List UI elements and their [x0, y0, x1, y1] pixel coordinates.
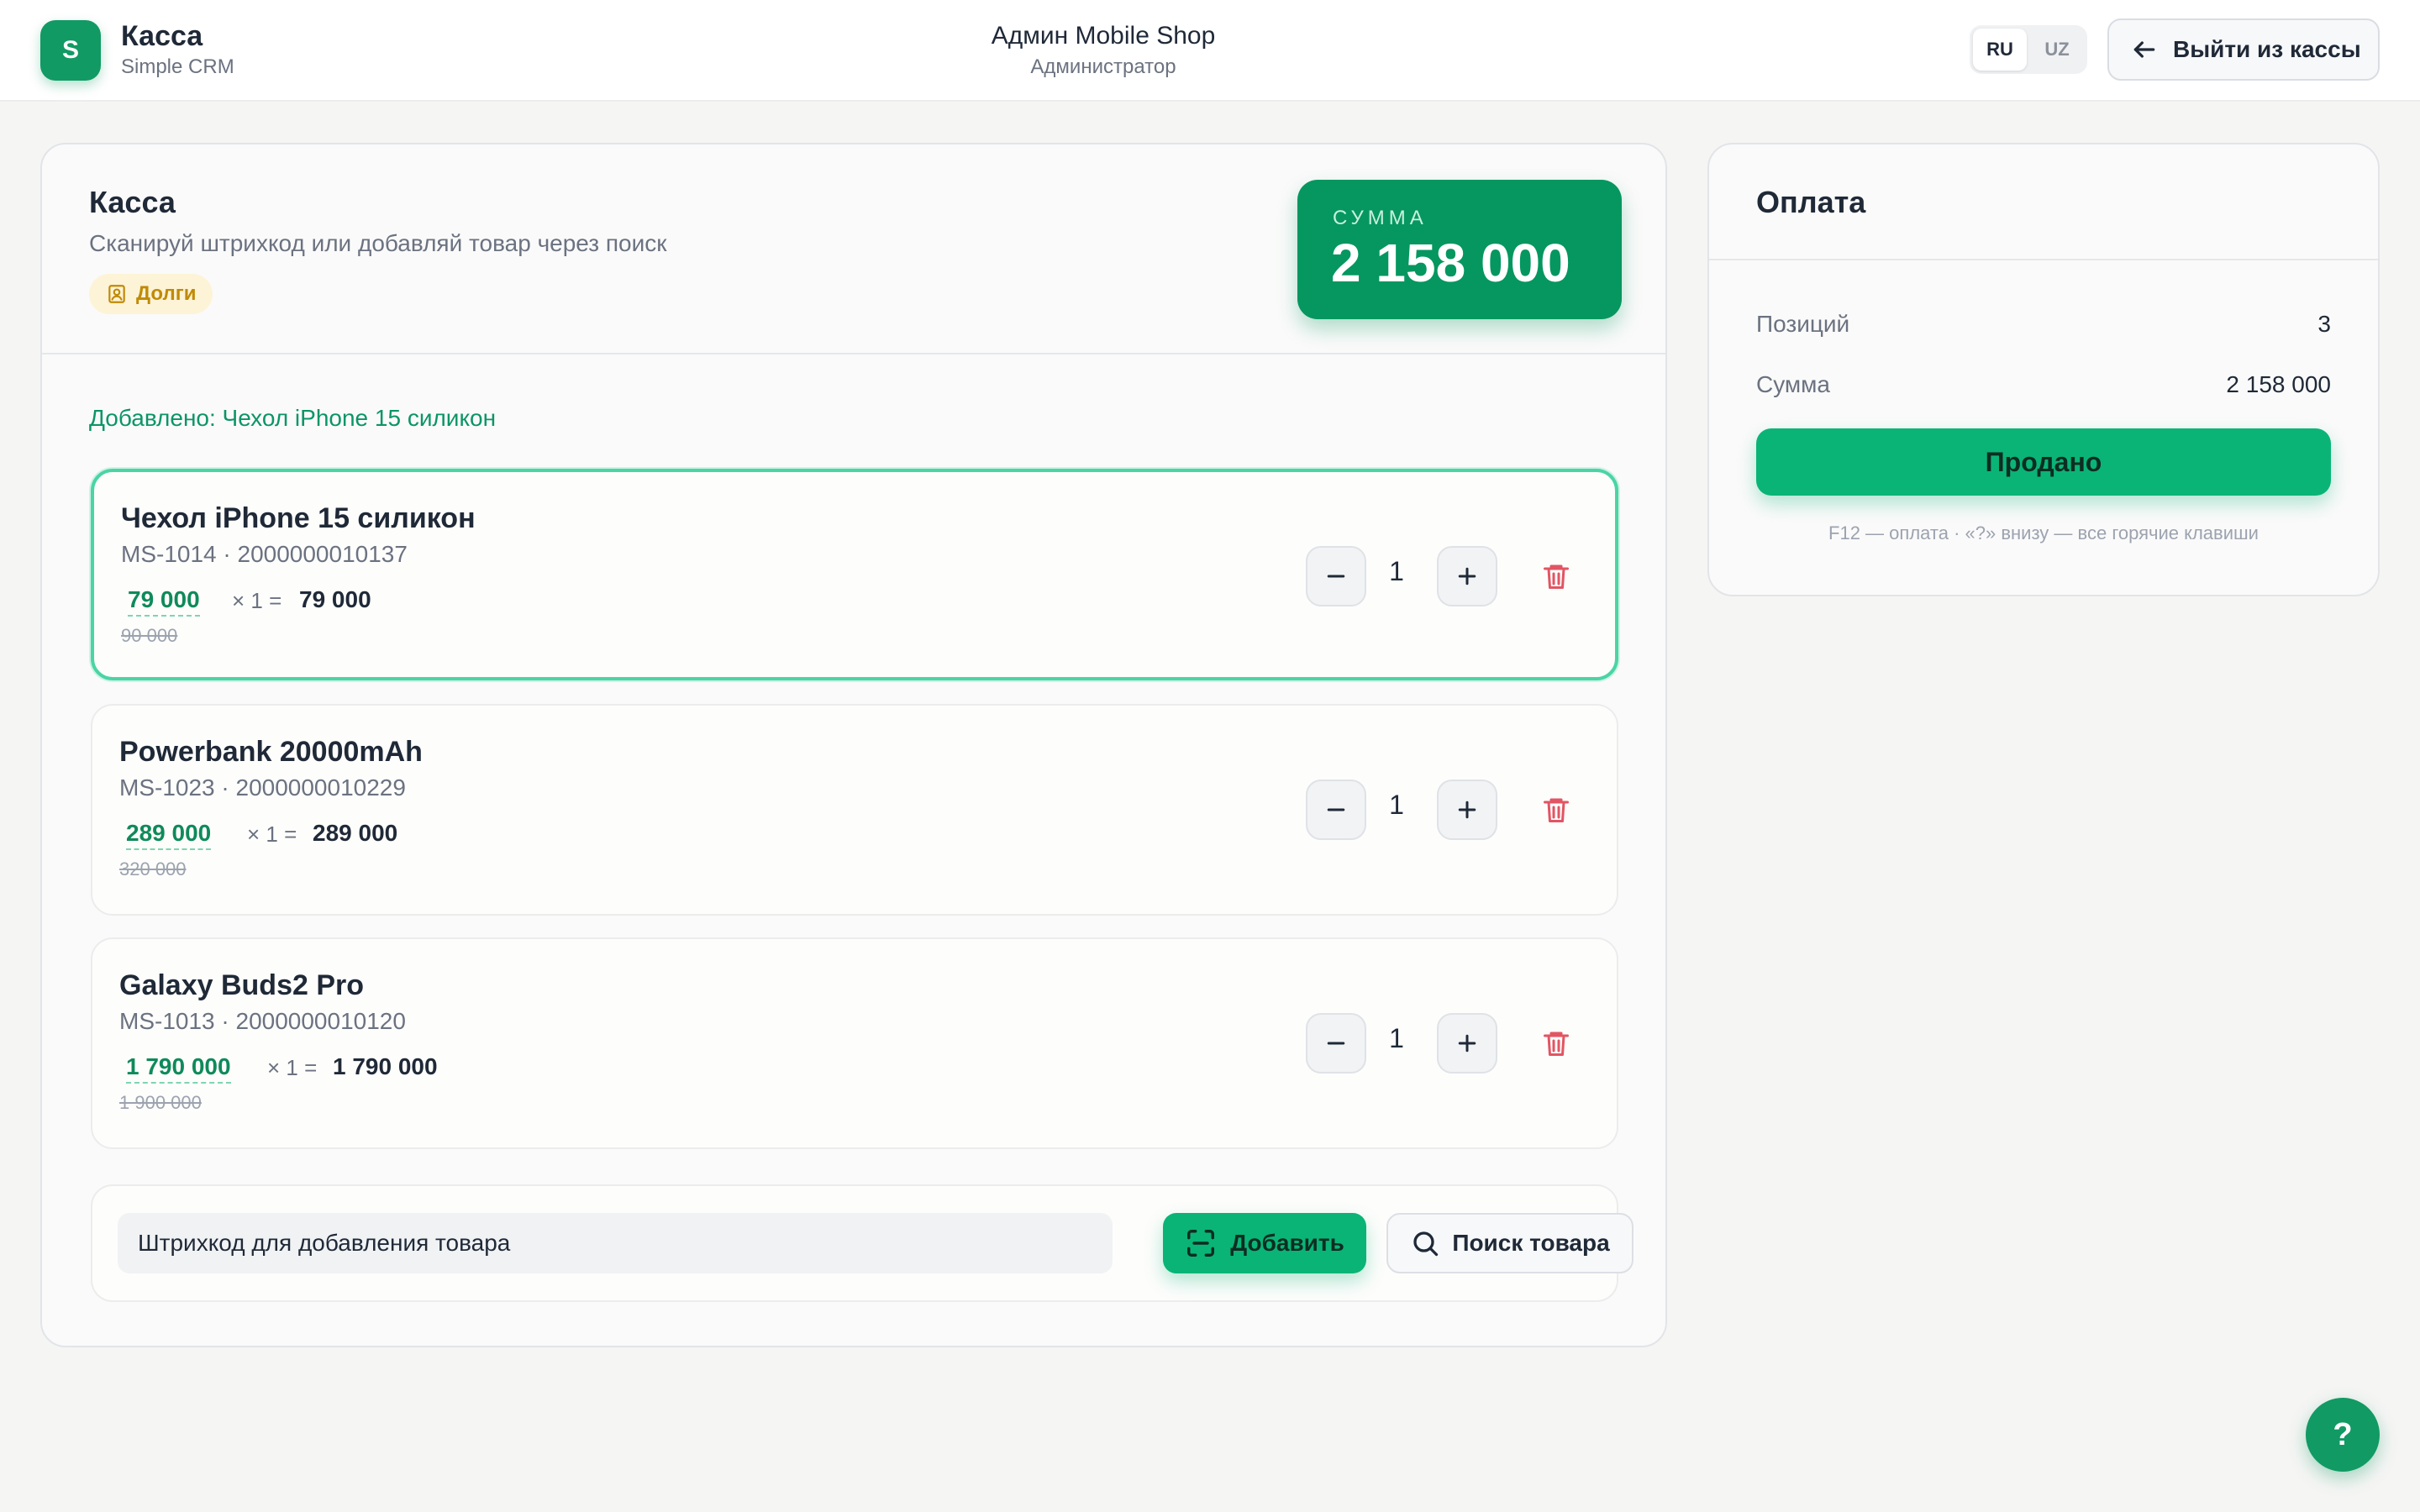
- item-old-price: 90 000: [121, 625, 178, 646]
- item-multiplier: × 1 =: [232, 588, 282, 613]
- item-old-price: 320 000: [119, 858, 187, 879]
- item-total: 289 000: [313, 820, 398, 846]
- qty-decrease-button[interactable]: [1306, 780, 1366, 840]
- barcode-bar: Добавить Поиск товара: [91, 1184, 1634, 1302]
- minus-icon: [1327, 575, 1345, 578]
- positions-value: 3: [2317, 311, 2331, 337]
- add-product-button[interactable]: Добавить: [1163, 1213, 1366, 1273]
- language-switcher: RU UZ: [1970, 25, 2087, 74]
- minus-icon: [1327, 1042, 1345, 1045]
- item-name: Powerbank 20000mAh: [119, 736, 423, 768]
- top-bar: S Касса Simple CRM Админ Mobile Shop Адм…: [0, 0, 2420, 102]
- debt-book-icon: [108, 285, 125, 303]
- hotkeys-hint: F12 — оплата · «?» внизу — все горячие к…: [1828, 522, 2259, 543]
- plus-icon: [1458, 1034, 1476, 1053]
- item-price-editable[interactable]: 289 000: [126, 820, 212, 850]
- exit-cashier-label: Выйти из кассы: [2173, 36, 2361, 62]
- cashier-title: Касса: [89, 185, 176, 219]
- cashier-panel: Касса Сканируй штрихкод или добавляй тов…: [40, 143, 1667, 1347]
- cashier-header: Касса Сканируй штрихкод или добавляй тов…: [42, 144, 1665, 354]
- item-multiplier: × 1 =: [247, 822, 297, 847]
- plus-icon: [1458, 567, 1476, 585]
- sum-display: СУММА 2 158 000: [1297, 180, 1622, 319]
- item-multiplier: × 1 =: [267, 1055, 318, 1080]
- item-price-editable[interactable]: 1 790 000: [126, 1053, 231, 1084]
- search-product-label: Поиск товара: [1452, 1230, 1610, 1256]
- qty-decrease-button[interactable]: [1306, 1013, 1366, 1074]
- item-name: Чехол iPhone 15 силикон: [121, 502, 476, 534]
- minus-icon: [1327, 808, 1345, 811]
- debts-label: Долги: [136, 282, 197, 305]
- lang-uz-button[interactable]: UZ: [2030, 29, 2084, 71]
- qty-decrease-button[interactable]: [1306, 546, 1366, 606]
- item-total: 79 000: [299, 586, 371, 612]
- cart-item: Galaxy Buds2 Pro MS-1013 · 2000000010120…: [91, 937, 1618, 1149]
- payment-sum-label: Сумма: [1756, 371, 1830, 397]
- item-code: MS-1014 · 2000000010137: [121, 541, 408, 567]
- sum-label: СУММА: [1333, 207, 1428, 229]
- user-role: Администратор: [1030, 55, 1176, 78]
- added-notification: Добавлено: Чехол iPhone 15 силикон: [89, 405, 497, 431]
- qty-increase-button[interactable]: [1437, 1013, 1497, 1074]
- lang-ru-button[interactable]: RU: [1973, 29, 2027, 71]
- qty-increase-button[interactable]: [1437, 780, 1497, 840]
- cart-item: Powerbank 20000mAh MS-1023 · 20000000102…: [91, 704, 1618, 916]
- arrow-left-icon: [2133, 41, 2155, 58]
- shop-name: Админ Mobile Shop: [991, 22, 1216, 50]
- add-product-label: Добавить: [1230, 1230, 1344, 1256]
- payment-header: Оплата: [1709, 144, 2378, 260]
- barcode-input[interactable]: [118, 1213, 1113, 1273]
- item-name: Galaxy Buds2 Pro: [119, 969, 365, 1001]
- plus-icon: [1458, 801, 1476, 819]
- exit-cashier-button[interactable]: Выйти из кассы: [2107, 18, 2380, 81]
- search-product-button[interactable]: Поиск товара: [1386, 1213, 1634, 1273]
- qty-value: 1: [1389, 556, 1404, 586]
- help-button[interactable]: ?: [2306, 1398, 2380, 1472]
- payment-sum-value: 2 158 000: [2226, 371, 2331, 397]
- item-total: 1 790 000: [333, 1053, 438, 1079]
- trash-icon[interactable]: [1541, 1026, 1571, 1060]
- positions-label: Позиций: [1756, 311, 1850, 337]
- sold-button[interactable]: Продано: [1756, 428, 2331, 496]
- payment-panel: Оплата Позиций 3 Сумма 2 158 000 Продано…: [1707, 143, 2380, 596]
- qty-increase-button[interactable]: [1437, 546, 1497, 606]
- search-icon: [1413, 1231, 1439, 1257]
- cashier-subtitle: Сканируй штрихкод или добавляй товар чер…: [89, 230, 667, 256]
- payment-title: Оплата: [1756, 185, 1866, 219]
- item-code: MS-1023 · 2000000010229: [119, 774, 406, 801]
- item-price-editable[interactable]: 79 000: [128, 586, 200, 617]
- debts-button[interactable]: Долги: [89, 274, 213, 314]
- qty-value: 1: [1389, 1023, 1404, 1053]
- sum-value: 2 158 000: [1331, 233, 1570, 293]
- trash-icon[interactable]: [1541, 793, 1571, 827]
- item-old-price: 1 900 000: [119, 1092, 202, 1113]
- qty-value: 1: [1389, 790, 1404, 820]
- trash-icon[interactable]: [1541, 559, 1571, 593]
- cart-item: Чехол iPhone 15 силикон MS-1014 · 200000…: [91, 469, 1618, 680]
- item-code: MS-1013 · 2000000010120: [119, 1008, 406, 1034]
- barcode-scan-icon: [1187, 1230, 1215, 1257]
